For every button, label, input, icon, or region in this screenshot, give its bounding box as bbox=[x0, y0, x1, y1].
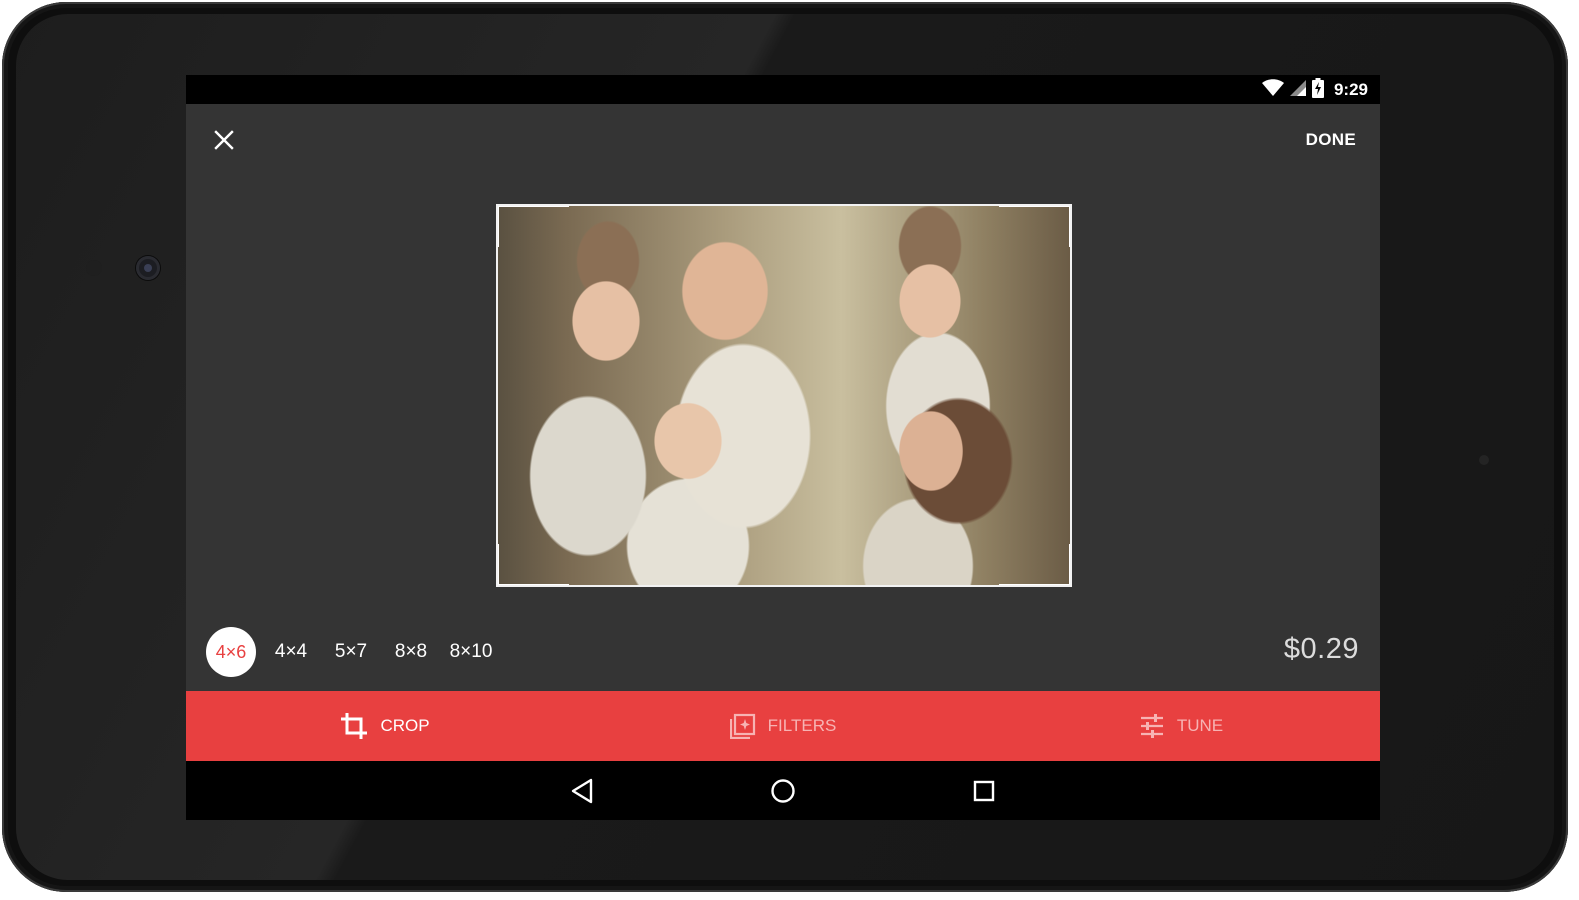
light-sensor bbox=[1479, 455, 1489, 465]
price-label: $0.29 bbox=[1283, 633, 1359, 665]
top-app-bar: DONE bbox=[186, 104, 1380, 176]
tab-crop[interactable]: CROP bbox=[186, 691, 584, 761]
crop-handle-top-right[interactable] bbox=[999, 206, 1070, 247]
crop-handle-top-left[interactable] bbox=[498, 206, 569, 247]
size-option-4x4[interactable]: 4×4 bbox=[266, 627, 316, 677]
size-option-8x8[interactable]: 8×8 bbox=[386, 627, 436, 677]
filters-icon bbox=[729, 713, 755, 739]
cell-signal-icon bbox=[1289, 79, 1306, 101]
size-option-8x10[interactable]: 8×10 bbox=[446, 627, 496, 677]
tab-filters-label: FILTERS bbox=[767, 716, 837, 735]
size-option-5x7[interactable]: 5×7 bbox=[326, 627, 376, 677]
home-button[interactable] bbox=[763, 771, 803, 811]
close-button[interactable] bbox=[204, 120, 244, 160]
back-icon bbox=[571, 778, 593, 804]
edit-tab-bar: CROP FILTERS TUNE bbox=[186, 691, 1380, 761]
status-bar: 9:29 bbox=[186, 75, 1380, 104]
crop-icon bbox=[341, 713, 368, 739]
status-icons: 9:29 bbox=[1261, 77, 1368, 103]
crop-handle-bottom-right[interactable] bbox=[999, 544, 1070, 585]
tune-icon bbox=[1140, 714, 1163, 738]
back-button[interactable] bbox=[562, 771, 602, 811]
photo-preview[interactable] bbox=[496, 204, 1072, 587]
system-navigation-bar bbox=[186, 761, 1380, 820]
tab-tune[interactable]: TUNE bbox=[982, 691, 1380, 761]
print-size-selector: 4×6 4×4 5×7 8×8 8×10 bbox=[206, 627, 506, 677]
home-icon bbox=[771, 779, 795, 803]
close-icon bbox=[214, 130, 234, 150]
wifi-icon bbox=[1261, 78, 1284, 102]
tab-crop-label: CROP bbox=[380, 716, 430, 735]
photo-editor-screen: 9:29 DONE 4×6 4×4 5×7 8×8 8×10 $0.29 CRO… bbox=[186, 75, 1380, 820]
recents-button[interactable] bbox=[964, 771, 1004, 811]
status-time: 9:29 bbox=[1333, 80, 1368, 99]
proximity-sensor bbox=[86, 260, 102, 276]
front-camera bbox=[136, 256, 160, 280]
done-button[interactable]: DONE bbox=[1298, 124, 1364, 156]
recents-icon bbox=[973, 780, 995, 802]
size-option-4x6[interactable]: 4×6 bbox=[206, 627, 256, 677]
tab-tune-label: TUNE bbox=[1176, 716, 1224, 735]
crop-handle-bottom-left[interactable] bbox=[498, 544, 569, 585]
battery-charging-icon bbox=[1311, 77, 1324, 103]
tab-filters[interactable]: FILTERS bbox=[584, 691, 982, 761]
